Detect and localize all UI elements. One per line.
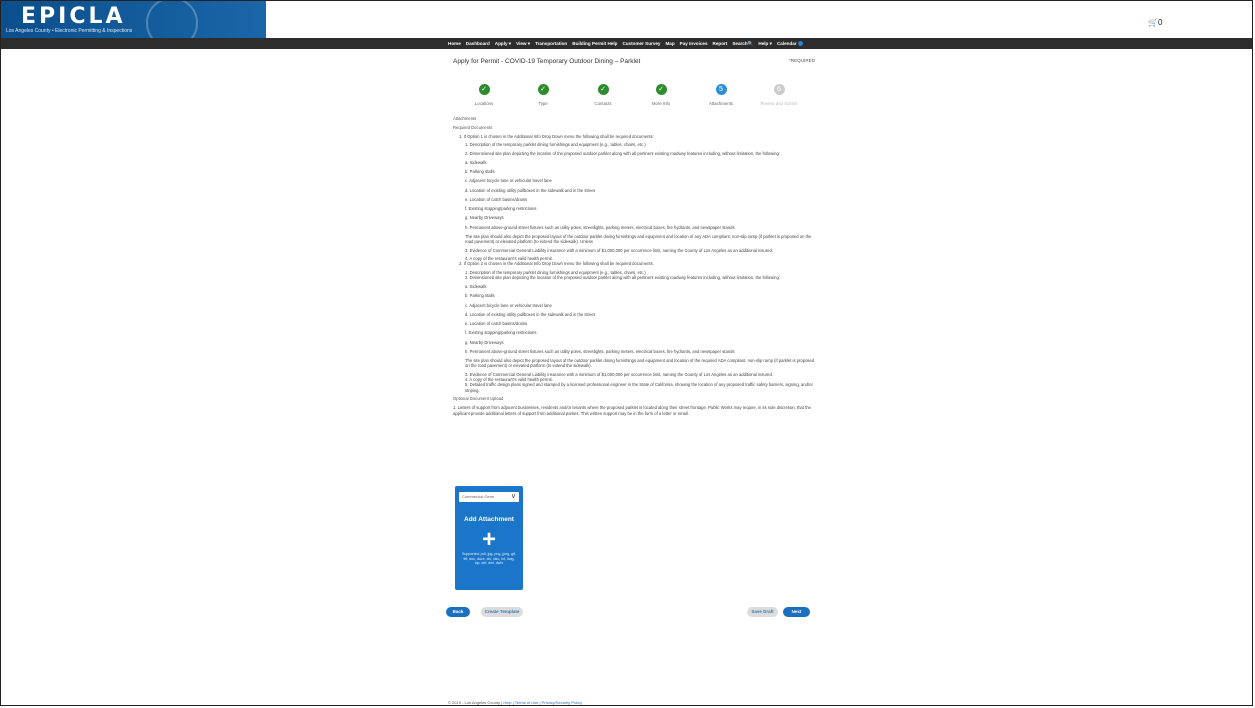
nav-report[interactable]: Report — [713, 41, 728, 46]
nav-transportation[interactable]: Transportation — [535, 41, 567, 46]
step-type[interactable]: ✓ Type — [513, 84, 573, 106]
list-item: f. Existing stopping/parking restriction… — [465, 206, 537, 212]
check-icon: ✓ — [597, 84, 609, 95]
list-item: a. Sidewalk — [465, 284, 487, 290]
step-label: Contacts — [594, 101, 612, 106]
option2-intro: 2. If Option 2 is chosen in the Addition… — [459, 261, 654, 267]
step-review-submit: 6 Review and Submit — [749, 84, 809, 106]
list-item: 3. Evidence of Commercial General Liabil… — [465, 247, 773, 253]
main-nav: Home Dashboard Apply ▾ View ▾ Transporta… — [1, 38, 1252, 49]
list-item: The site plan should also depict the pro… — [465, 358, 815, 369]
step-locations[interactable]: ✓ Locations — [454, 84, 514, 106]
step-contacts[interactable]: ✓ Contacts — [573, 84, 633, 106]
nav-search[interactable]: Search🔍 — [732, 41, 753, 47]
footer-terms-link[interactable]: Terms of Use — [515, 700, 539, 705]
list-item: h. Permanent above-ground street fixture… — [465, 348, 735, 354]
list-item: c. Adjacent bicycle lane or vehicular tr… — [465, 302, 552, 308]
check-icon: ✓ — [537, 84, 549, 95]
footer-privacy-link[interactable]: Privacy/Security Policy — [542, 700, 582, 705]
county-seal — [146, 1, 198, 38]
list-item: a. Sidewalk — [465, 159, 487, 165]
list-item: g. Nearby Driveways — [465, 215, 504, 221]
check-icon: ✓ — [478, 84, 490, 95]
list-item: f. Existing stopping/parking restriction… — [465, 330, 537, 336]
list-item: d. Location of existing utility pullboxe… — [465, 311, 595, 317]
calendar-badge-icon — [797, 41, 803, 47]
cart-count: 0 — [1157, 18, 1163, 27]
nav-apply[interactable]: Apply ▾ — [495, 41, 511, 47]
footer-help-link[interactable]: Help — [503, 700, 511, 705]
list-item: g. Nearby Driveways — [465, 339, 504, 345]
logo-text: EPICLA — [21, 4, 126, 29]
chevron-down-icon: ∨ — [510, 493, 516, 500]
step-attachments[interactable]: 5 Attachments — [691, 84, 751, 106]
option1-intro: 1. If Option 1 is chosen in the Addition… — [459, 133, 654, 139]
back-button[interactable]: Back — [446, 607, 470, 617]
step-more-info[interactable]: ✓ More Info — [631, 84, 691, 106]
attachments-instructions: Attachments Required Documents 1. If Opt… — [453, 116, 818, 416]
page-title: Apply for Permit - COVID-19 Temporary Ou… — [453, 58, 641, 65]
supported-types-note: Supported: pdf, jpg, png, jpeg, gif, tif… — [462, 552, 516, 566]
site-logo[interactable]: EPICLA Los Angeles County • Electronic P… — [1, 1, 266, 38]
step-label: Review and Submit — [760, 101, 798, 106]
list-item: 2. Dimensioned site plan depicting the l… — [465, 274, 780, 280]
nav-building-permit-help[interactable]: Building Permit Help — [572, 41, 617, 46]
list-item: b. Parking stalls — [465, 293, 495, 299]
nav-pay-invoices[interactable]: Pay Invoices — [680, 41, 708, 46]
nav-map[interactable]: Map — [665, 41, 674, 46]
nav-calendar[interactable]: Calendar — [776, 40, 803, 47]
create-template-button[interactable]: Create Template — [481, 607, 523, 617]
add-attachment-title: Add Attachment — [464, 516, 514, 523]
attachments-heading: Attachments — [453, 116, 477, 121]
optional-heading: Optional Document Upload — [453, 396, 504, 401]
list-item: b. Parking stalls — [465, 169, 495, 175]
logo-subtitle: Los Angeles County • Electronic Permitti… — [6, 28, 133, 34]
required-heading: Required Documents — [453, 125, 493, 131]
list-item: d. Location of existing utility pullboxe… — [465, 187, 595, 193]
nav-customer-survey[interactable]: Customer Survey — [622, 41, 660, 46]
add-attachment-card[interactable]: Commercial Gene ∨ Add Attachment + Suppo… — [455, 486, 523, 590]
document-type-select[interactable]: Commercial Gene ∨ — [459, 492, 519, 502]
nav-calendar-label: Calendar — [776, 40, 797, 46]
required-note: *REQUIRED — [789, 58, 816, 63]
list-item: 2. Dimensioned site plan depicting the l… — [465, 150, 780, 156]
step-number-icon: 6 — [773, 84, 785, 95]
nav-home[interactable]: Home — [448, 41, 461, 46]
footer-copyright: © 2019 - Los Angeles County — [448, 700, 501, 705]
step-label: Locations — [474, 101, 494, 106]
list-item: 1. Letters of support from adjacent busi… — [453, 405, 811, 416]
check-icon: ✓ — [655, 84, 667, 95]
list-item: 5. Detailed traffic design plans signed … — [465, 382, 813, 393]
page-footer: © 2019 - Los Angeles County | Help | Ter… — [448, 700, 583, 705]
step-label: Type — [538, 101, 548, 106]
nav-view[interactable]: View ▾ — [516, 41, 530, 47]
nav-dashboard[interactable]: Dashboard — [466, 41, 490, 46]
nav-search-label: Search — [732, 40, 748, 46]
search-icon: 🔍 — [747, 40, 754, 46]
list-item: e. Location of catch basins/drains — [465, 321, 528, 327]
list-item: The site plan should also depict the pro… — [465, 233, 812, 245]
list-item: e. Location of catch basins/drains — [465, 196, 528, 202]
plus-icon[interactable]: + — [455, 526, 523, 554]
nav-help[interactable]: Help ▾ — [758, 41, 772, 47]
step-label: More Info — [651, 101, 671, 106]
next-button[interactable]: Next — [783, 607, 810, 617]
cart-icon[interactable]: 🛒0 — [1148, 18, 1162, 27]
document-type-value: Commercial Gene — [462, 494, 495, 499]
step-number-icon: 5 — [715, 84, 727, 95]
step-label: Attachments — [709, 101, 733, 106]
list-item: c. Adjacent bicycle lane or vehicular tr… — [465, 178, 552, 184]
list-item: 1. Description of the temporary parklet … — [465, 142, 646, 148]
list-item: h. Permanent above-ground street fixture… — [465, 224, 735, 230]
save-draft-button[interactable]: Save Draft — [747, 607, 778, 617]
